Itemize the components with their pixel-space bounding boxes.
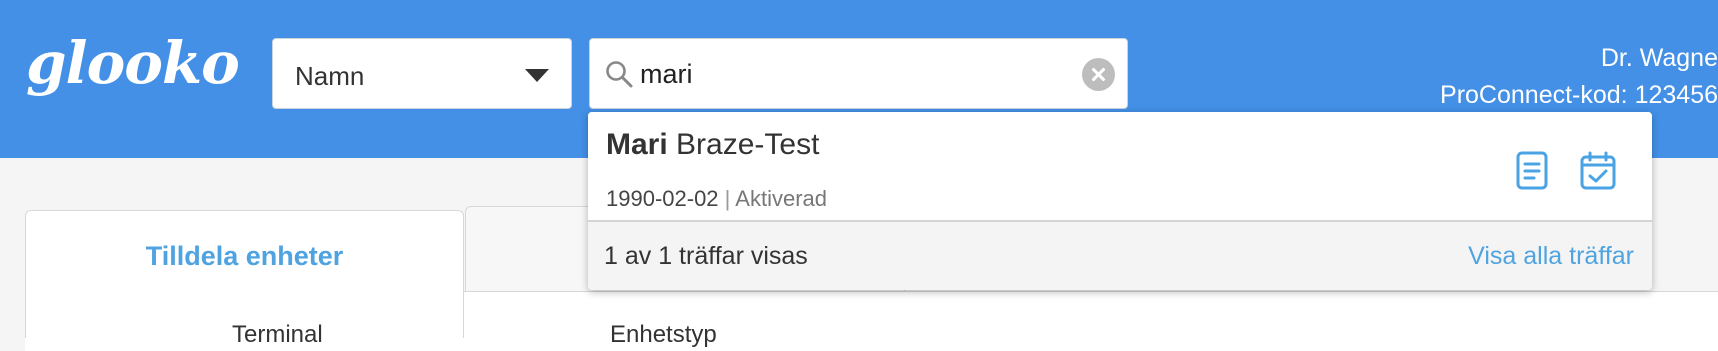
- patient-last-name: Braze-Test: [676, 128, 820, 161]
- search-results-dropdown: Mari Braze-Test 1990-02-02 | Aktiverad 1…: [588, 112, 1652, 290]
- clear-search-icon[interactable]: [1082, 58, 1115, 91]
- search-input[interactable]: [640, 51, 1060, 97]
- show-all-results-link[interactable]: Visa alla träffar: [1468, 242, 1634, 271]
- meta-separator: |: [724, 186, 731, 211]
- patient-name: Mari Braze-Test: [606, 128, 819, 162]
- results-count: 1 av 1 träffar visas: [604, 242, 808, 270]
- search-type-select[interactable]: Namn: [272, 38, 572, 109]
- column-header-device-type: Enhetstyp: [610, 321, 717, 348]
- tab-assign-devices[interactable]: Tilldela enheter: [25, 210, 464, 338]
- glooko-logo[interactable]: glooko: [26, 34, 240, 92]
- summary-report-icon[interactable]: [1512, 150, 1552, 192]
- patient-status: Aktiverad: [735, 186, 828, 211]
- tab-label: Tilldela enheter: [145, 241, 344, 271]
- search-type-value: Namn: [295, 61, 365, 91]
- patient-dob: 1990-02-02: [606, 186, 719, 211]
- proconnect-code: ProConnect-kod: 123456: [1440, 81, 1718, 109]
- user-name[interactable]: Dr. Wagne: [1440, 40, 1718, 77]
- calendar-check-icon[interactable]: [1578, 150, 1618, 192]
- column-header-terminal: Terminal: [232, 321, 323, 348]
- user-info: Dr. Wagne ProConnect-kod: 123456: [1440, 40, 1718, 114]
- patient-meta: 1990-02-02 | Aktiverad: [606, 186, 827, 212]
- results-footer: 1 av 1 träffar visas Visa alla träffar: [588, 220, 1652, 290]
- caret-down-icon: [525, 69, 549, 82]
- search-result-item[interactable]: Mari Braze-Test 1990-02-02 | Aktiverad: [588, 112, 1652, 220]
- patient-search-box[interactable]: [589, 38, 1128, 109]
- patient-first-name: Mari: [606, 128, 668, 161]
- search-icon: [606, 61, 633, 88]
